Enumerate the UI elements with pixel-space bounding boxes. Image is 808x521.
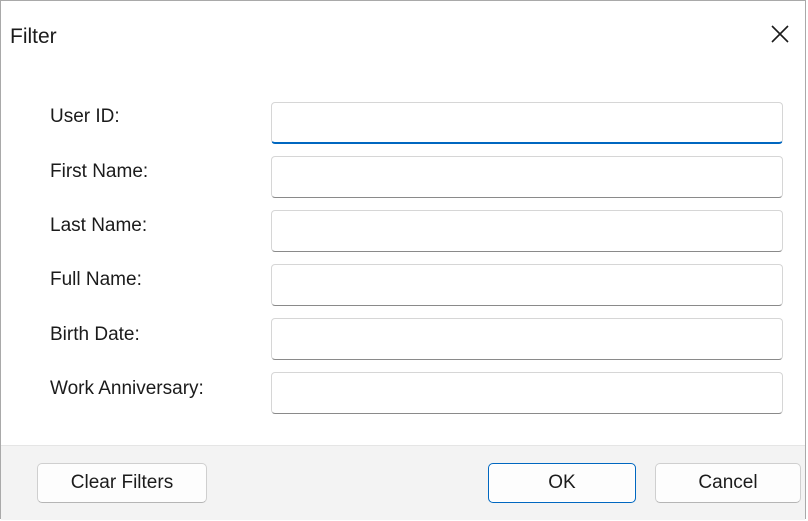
filter-form: User ID: First Name: Last Name: Full Nam… (1, 73, 805, 445)
close-icon (770, 24, 790, 44)
full-name-label: Full Name: (50, 269, 142, 290)
full-name-input[interactable] (271, 264, 783, 306)
work-anniversary-input[interactable] (271, 372, 783, 414)
birth-date-input[interactable] (271, 318, 783, 360)
clear-filters-button[interactable]: Clear Filters (37, 463, 207, 503)
dialog-footer: Clear Filters OK Cancel (1, 445, 805, 520)
first-name-label: First Name: (50, 161, 149, 182)
user-id-input[interactable] (271, 102, 783, 144)
cancel-button[interactable]: Cancel (655, 463, 801, 503)
ok-button[interactable]: OK (488, 463, 636, 503)
birth-date-label: Birth Date: (50, 324, 140, 345)
last-name-label: Last Name: (50, 215, 148, 236)
work-anniversary-label: Work Anniversary: (50, 378, 204, 399)
last-name-input[interactable] (271, 210, 783, 252)
dialog-title: Filter (10, 25, 57, 48)
first-name-input[interactable] (271, 156, 783, 198)
filter-dialog: Filter User ID: First Name: Last Name: F… (0, 0, 806, 520)
user-id-label: User ID: (50, 106, 120, 127)
title-bar: Filter (1, 1, 805, 73)
close-button[interactable] (755, 9, 805, 59)
